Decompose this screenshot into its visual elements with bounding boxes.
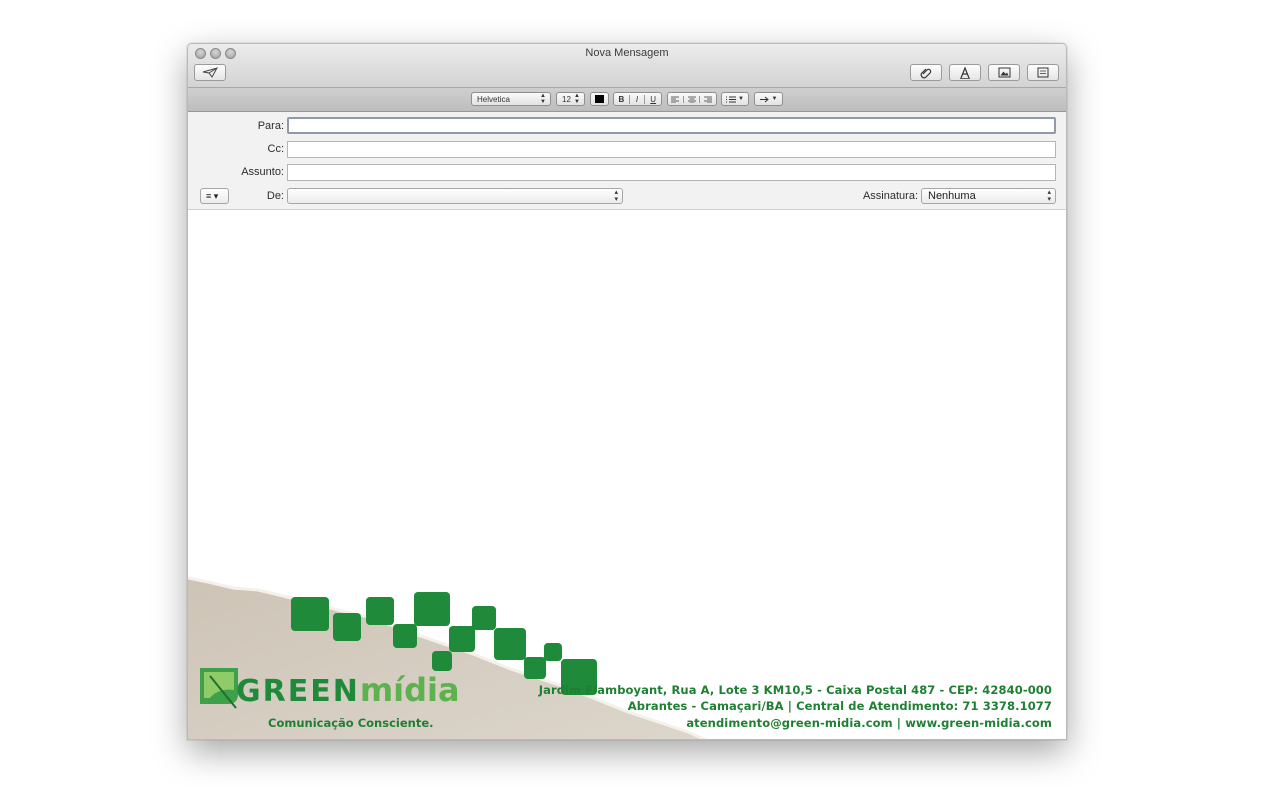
send-button[interactable] (194, 64, 226, 81)
water-drop-tile-icon (333, 613, 361, 641)
signature-select[interactable]: Nenhuma ▴ ▾ (921, 188, 1056, 204)
subject-label: Assunto: (241, 166, 284, 178)
format-bar: Helvetica ▲ ▼ 12 ▲ ▼ B I U ▼ ▼ (188, 88, 1066, 112)
text-color-button[interactable] (590, 92, 609, 106)
brand-midia: mídia (359, 671, 460, 709)
fonts-a-icon (960, 66, 970, 79)
recycle-bin-tile-icon (472, 606, 496, 630)
company-address: Jardim Flamboyant, Rua A, Lote 3 KM10,5 … (539, 682, 1052, 732)
recycle-bin-tile-icon (393, 624, 417, 648)
font-size-value: 12 (562, 94, 571, 104)
paperclip-icon (920, 68, 932, 78)
attach-button[interactable] (910, 64, 942, 81)
address-line-2: Abrantes - Camaçari/BA | Central de Aten… (627, 699, 1052, 713)
brand-green: GREEN (236, 674, 360, 709)
text-style-group: B I U (613, 92, 662, 106)
title-bar: Nova Mensagem (188, 44, 1066, 88)
to-label: Para: (257, 120, 284, 132)
list-style-button[interactable]: ▼ (721, 92, 749, 106)
cc-label: Cc: (267, 143, 285, 155)
window-title: Nova Mensagem (585, 47, 669, 59)
globe-tile-icon (291, 597, 329, 631)
recycle-tile-icon (524, 657, 546, 679)
to-field[interactable] (287, 117, 1056, 134)
subject-field[interactable] (287, 164, 1056, 181)
updown-arrows-icon: ▲ ▼ (574, 93, 580, 105)
brand-logo-text: GREENmídia (236, 671, 460, 709)
cc-field[interactable] (287, 141, 1056, 158)
from-select[interactable]: ▴ ▾ (287, 188, 623, 204)
chevron-down-icon: ▼ (771, 96, 778, 102)
align-center-icon (687, 96, 696, 103)
fonts-button[interactable] (949, 64, 981, 81)
italic-button[interactable]: I (630, 94, 646, 104)
indent-arrow-icon (759, 96, 769, 102)
font-family-value: Helvetica (477, 94, 510, 104)
signature-value: Nenhuma (928, 190, 976, 202)
lightbulb-tile-icon (366, 597, 394, 625)
align-left-button[interactable] (668, 95, 684, 103)
from-label: De: (266, 190, 284, 202)
bold-button[interactable]: B (614, 94, 630, 104)
align-center-button[interactable] (684, 95, 701, 103)
updown-arrows-icon: ▴ ▾ (1047, 189, 1051, 203)
bullet-list-icon (726, 96, 737, 102)
updown-arrows-icon: ▴ ▾ (614, 189, 618, 203)
underline-button[interactable]: U (645, 95, 661, 104)
paper-plane-icon (202, 67, 218, 78)
globe-tile-icon (494, 628, 526, 660)
lightbulb-tile-icon (544, 643, 562, 661)
align-right-icon (704, 96, 713, 103)
address-line-3: atendimento@green-midia.com | www.green-… (686, 715, 1052, 730)
indent-button[interactable]: ▼ (754, 92, 783, 106)
brand-tagline: Comunicação Consciente. (268, 716, 434, 730)
stationery-button[interactable] (1027, 64, 1059, 81)
photo-browser-icon (998, 67, 1010, 78)
alignment-group (667, 92, 717, 106)
recycle-tile-icon (414, 592, 450, 626)
signature-label: Assinatura: (862, 190, 918, 202)
updown-arrows-icon: ▲ ▼ (540, 93, 546, 105)
stationery-icon (1037, 67, 1049, 78)
color-swatch (595, 95, 604, 103)
font-family-select[interactable]: Helvetica ▲ ▼ (471, 92, 551, 106)
photo-browser-button[interactable] (988, 64, 1020, 81)
message-headers: Para: Cc: Assunto: ≡ ▾ De: ▴ ▾ Assinatura… (188, 112, 1066, 210)
message-body[interactable]: GREENmídia Comunicação Consciente. Jardi… (188, 211, 1066, 739)
chevron-down-icon: ▼ (738, 96, 744, 102)
align-left-icon (671, 96, 680, 103)
address-line-1: Jardim Flamboyant, Rua A, Lote 3 KM10,5 … (538, 682, 1052, 697)
font-size-select[interactable]: 12 ▲ ▼ (556, 92, 585, 106)
mail-compose-window: Nova Mensagem Helvetica ▲ ▼ 12 ▲ ▼ B I U… (187, 43, 1067, 740)
align-right-button[interactable] (700, 96, 716, 103)
water-drop-tile-icon (432, 651, 452, 671)
lightbulb-tile-icon (449, 626, 475, 652)
